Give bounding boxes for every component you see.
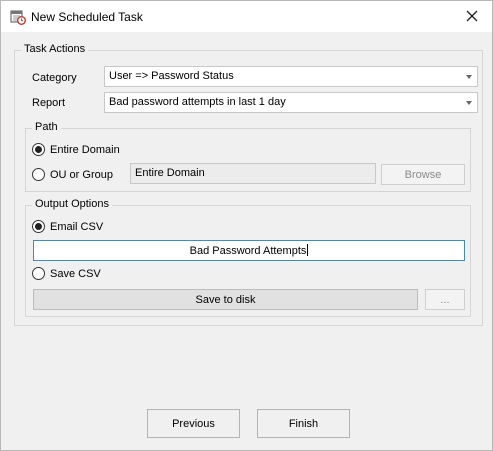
entire-domain-label: Entire Domain [50, 143, 120, 156]
save-to-disk-label: Save to disk [195, 293, 256, 306]
browse-button[interactable]: Browse [381, 164, 465, 185]
finish-button[interactable]: Finish [257, 409, 350, 438]
window-title: New Scheduled Task [31, 10, 143, 24]
radio-indicator [32, 220, 45, 233]
ou-group-field[interactable]: Entire Domain [130, 163, 376, 184]
save-csv-label: Save CSV [50, 267, 101, 280]
radio-indicator [32, 168, 45, 181]
task-actions-legend: Task Actions [21, 43, 89, 55]
title-bar: New Scheduled Task [1, 1, 492, 32]
email-csv-label: Email CSV [50, 220, 104, 233]
email-csv-radio[interactable]: Email CSV [32, 220, 103, 233]
ou-group-label: OU or Group [50, 168, 113, 181]
ou-group-radio[interactable]: OU or Group [32, 168, 113, 181]
category-label: Category [32, 72, 77, 84]
previous-label: Previous [172, 417, 215, 430]
browse-label: Browse [404, 168, 442, 181]
radio-indicator [32, 143, 45, 156]
text-caret [307, 244, 309, 256]
entire-domain-radio[interactable]: Entire Domain [32, 143, 120, 156]
report-label: Report [32, 97, 66, 109]
path-legend: Path [32, 121, 61, 133]
browse-path-button[interactable]: ... [425, 289, 465, 310]
chevron-down-icon [466, 75, 472, 79]
ou-group-field-value: Entire Domain [135, 167, 205, 179]
output-options-legend: Output Options [32, 198, 112, 210]
radio-indicator [32, 267, 45, 280]
previous-button[interactable]: Previous [147, 409, 240, 438]
email-subject-value: Bad Password Attempts [189, 245, 307, 257]
close-icon [466, 10, 478, 25]
ellipsis-label: ... [440, 293, 450, 306]
category-value: User => Password Status [109, 70, 234, 82]
close-button[interactable] [457, 3, 487, 31]
report-select[interactable]: Bad password attempts in last 1 day [104, 92, 478, 113]
save-csv-radio[interactable]: Save CSV [32, 267, 101, 280]
email-subject-input[interactable]: Bad Password Attempts [33, 240, 465, 261]
calendar-clock-icon [10, 9, 26, 25]
chevron-down-icon [466, 101, 472, 105]
category-select[interactable]: User => Password Status [104, 66, 478, 87]
save-to-disk-button[interactable]: Save to disk [33, 289, 418, 310]
finish-label: Finish [288, 417, 319, 430]
scheduled-task-dialog: New Scheduled Task Task Actions Category… [0, 0, 493, 451]
report-value: Bad password attempts in last 1 day [109, 96, 286, 108]
